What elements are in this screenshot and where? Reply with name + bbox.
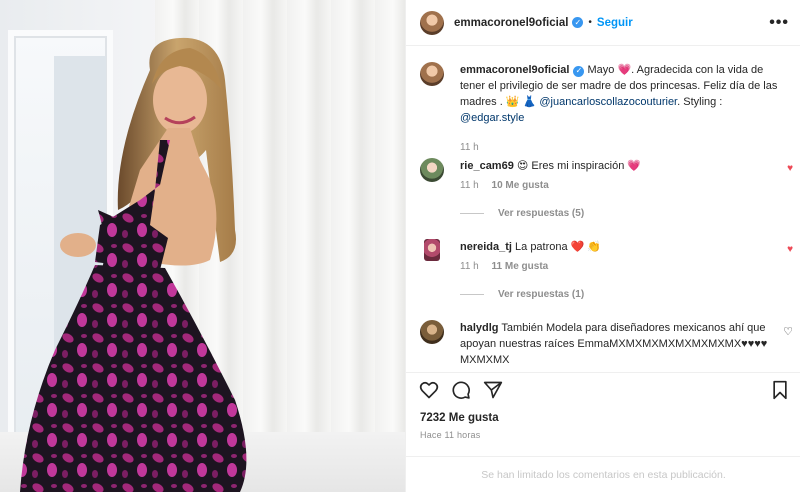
like-comment-heart-icon[interactable]: ♡ [783, 325, 793, 338]
caption-text: emmacoronel9oficial ✓ Mayo 💗. Agradecida … [460, 64, 778, 124]
verified-badge-icon: ✓ [572, 17, 584, 28]
caption-meta: 11 h [460, 142, 489, 153]
caption-username[interactable]: emmacoronel9oficial [460, 64, 569, 76]
comment-likes[interactable]: 10 Me gusta [492, 180, 549, 191]
like-comment-heart-icon[interactable]: ♥ [787, 163, 793, 174]
mention-link-stylist[interactable]: @edgar.style [460, 112, 524, 124]
comment-username[interactable]: nereida_tj [460, 241, 512, 253]
comment-text: La patrona ❤️ 👏 [511, 241, 602, 253]
comment-meta: 11 h 11 Me gusta [460, 261, 558, 272]
comment-username[interactable]: halydlg [460, 322, 499, 334]
separator-dot: • [588, 17, 592, 28]
caption-time[interactable]: 11 h [460, 142, 479, 153]
avatar[interactable] [420, 62, 444, 86]
emoji-heart: 💗 [617, 64, 632, 76]
more-options-icon[interactable]: ••• [769, 14, 789, 32]
comment-item: halydlg También Modela para diseñadores … [420, 320, 795, 366]
comment-meta: 11 h 10 Me gusta [460, 180, 559, 191]
like-comment-heart-icon[interactable]: ♥ [787, 244, 793, 255]
post-header: emmacoronel9oficial ✓ • Seguir ••• [406, 0, 800, 46]
post-photo[interactable] [0, 0, 405, 492]
comment-text: También Modela para diseñadores mexicano… [460, 322, 768, 366]
author-username[interactable]: emmacoronel9oficial [454, 17, 568, 29]
verified-badge-icon: ✓ [573, 65, 585, 77]
save-bookmark-icon[interactable] [769, 379, 791, 401]
caption: emmacoronel9oficial ✓ Mayo 💗. Agradecida … [420, 62, 795, 153]
comment-text: 😍 Eres mi inspiración 💗 [513, 160, 642, 172]
comment-likes[interactable]: 11 Me gusta [492, 261, 549, 272]
avatar[interactable] [420, 10, 444, 35]
like-heart-icon[interactable] [418, 379, 440, 401]
comment-bubble-icon[interactable] [450, 379, 472, 401]
avatar[interactable] [420, 320, 444, 344]
avatar[interactable] [420, 158, 444, 182]
mention-link-designer[interactable]: @juancarloscollazocouturier [539, 96, 677, 108]
comment-item: nereida_tj La patrona ❤️ 👏 11 h 11 Me gu… [420, 239, 795, 300]
post-details-panel: emmacoronel9oficial ✓ • Seguir ••• emmac… [405, 0, 800, 492]
emoji-crown-dress: 👑 👗 [505, 96, 537, 108]
woman-figure [20, 37, 247, 492]
view-replies-button[interactable]: Ver respuestas (5) [460, 208, 584, 219]
post-likes-count[interactable]: 7232 Me gusta [420, 412, 499, 424]
comment-username[interactable]: rie_cam69 [460, 160, 514, 172]
view-replies-button[interactable]: Ver respuestas (1) [460, 289, 584, 300]
comments-list[interactable]: emmacoronel9oficial ✓ Mayo 💗. Agradecida … [406, 46, 800, 366]
post-timestamp[interactable]: Hace 11 horas [420, 430, 480, 440]
share-send-icon[interactable] [482, 379, 504, 401]
comment-time[interactable]: 11 h [460, 180, 479, 191]
post-action-bar [406, 372, 800, 404]
comment-time[interactable]: 11 h [460, 261, 479, 272]
comment-item: rie_cam69 😍 Eres mi inspiración 💗 11 h 1… [420, 158, 795, 219]
avatar[interactable] [424, 239, 440, 261]
comments-limited-notice: Se han limitado los comentarios en esta … [406, 456, 800, 492]
follow-button[interactable]: Seguir [597, 17, 633, 29]
